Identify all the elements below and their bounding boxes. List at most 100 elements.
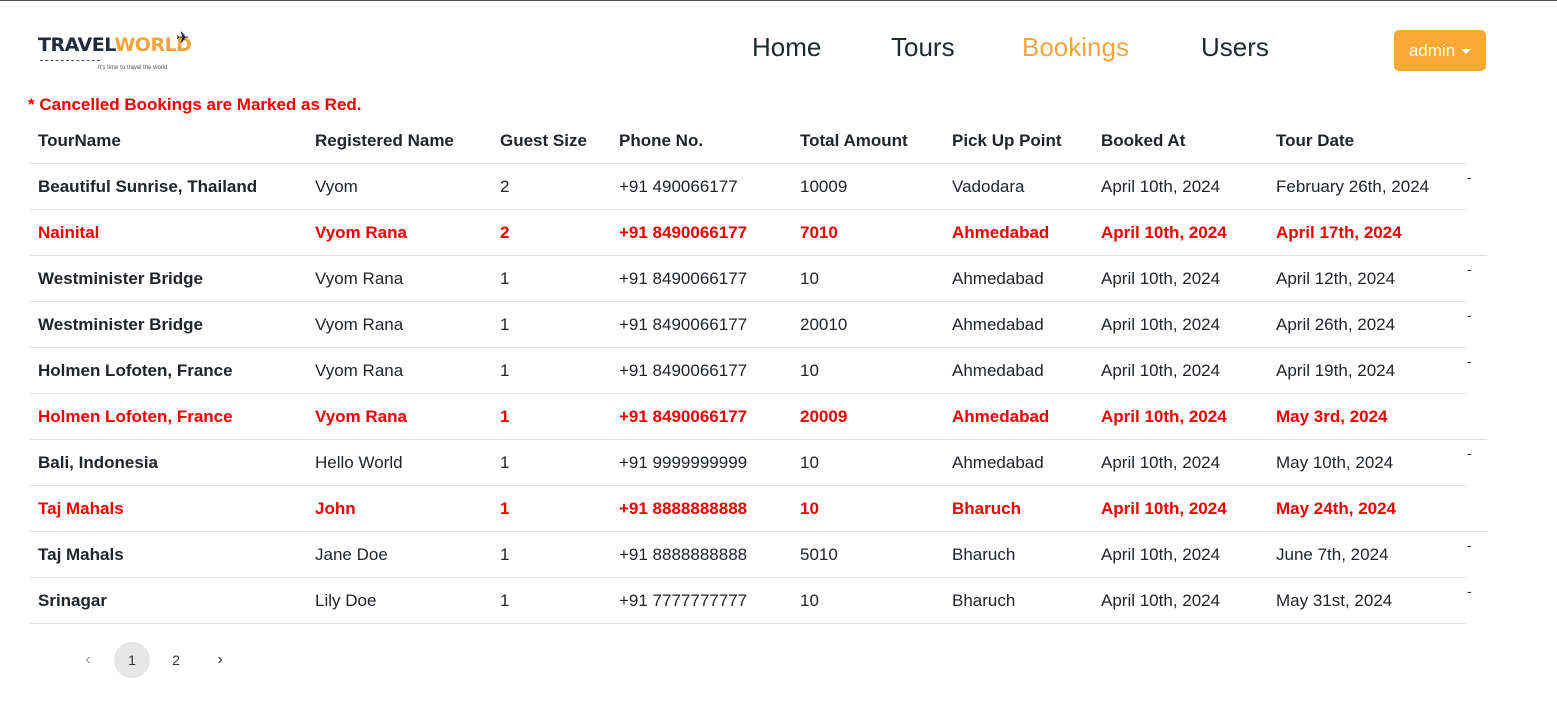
cell-registered-name: Vyom Rana <box>315 315 404 334</box>
table-row-cancelled: Taj Mahals John 1 +91 8888888888 10 Bharuch Ap… <box>29 486 1487 532</box>
header-pickup-point: Pick Up Point <box>952 131 1062 150</box>
table-row-cancelled: Holmen Lofoten, France Vyom Rana 1 +91 8490… <box>29 394 1487 440</box>
cell-total-amount: 10 <box>800 453 819 472</box>
header-phone: Phone No. <box>619 131 704 150</box>
cell-booked-at: April 10th, 2024 <box>1101 407 1227 426</box>
cell-registered-name: Hello World <box>315 453 403 472</box>
cell-pickup-point: Ahmedabad <box>952 223 1050 242</box>
cell-booked-at: April 10th, 2024 <box>1101 499 1227 518</box>
cell-phone: +91 7777777777 <box>619 591 748 610</box>
cell-guest-size: 2 <box>500 223 510 242</box>
cell-tour-date: April 12th, 2024 <box>1276 269 1396 288</box>
cell-pickup-point: Ahmedabad <box>952 269 1044 288</box>
admin-dropdown-button[interactable]: admin <box>1394 30 1486 71</box>
cell-tour-date: June 7th, 2024 <box>1276 545 1389 564</box>
logo-dotted-line <box>40 60 100 61</box>
cell-tour-date: February 26th, 2024 <box>1276 177 1430 196</box>
cell-registered-name: Vyom Rana <box>315 407 407 426</box>
caret-down-icon <box>1461 49 1472 54</box>
cell-pickup-point: Bharuch <box>952 499 1021 518</box>
cell-total-amount: 5010 <box>800 545 838 564</box>
cell-guest-size: 1 <box>500 315 510 334</box>
cell-tour-name: Holmen Lofoten, France <box>38 361 233 380</box>
brand-logo[interactable]: TRAVELWORLD ✈ It's time to travel the wo… <box>38 28 198 78</box>
row-action-button[interactable]: - <box>1467 308 1472 322</box>
pagination: ‹ 1 2 › <box>70 642 246 678</box>
cell-phone: +91 9999999999 <box>619 453 748 472</box>
pagination-next-button[interactable]: › <box>202 642 238 678</box>
cell-phone: +91 490066177 <box>619 177 738 196</box>
cell-tour-name: Holmen Lofoten, France <box>38 407 233 426</box>
pagination-page-1[interactable]: 1 <box>114 642 150 678</box>
header-tour-date: Tour Date <box>1276 131 1355 150</box>
cell-booked-at: April 10th, 2024 <box>1101 315 1221 334</box>
cell-tour-date: April 17th, 2024 <box>1276 223 1402 242</box>
cell-tour-date: April 26th, 2024 <box>1276 315 1396 334</box>
cell-phone: +91 8490066177 <box>619 407 748 426</box>
logo-wordmark: TRAVELWORLD <box>38 34 192 56</box>
cell-phone: +91 8888888888 <box>619 499 748 518</box>
cell-tour-name: Beautiful Sunrise, Thailand <box>38 177 258 196</box>
cell-guest-size: 1 <box>500 407 510 426</box>
row-action-button[interactable]: - <box>1467 584 1472 598</box>
cell-tour-date: May 31st, 2024 <box>1276 591 1393 610</box>
cell-phone: +91 8490066177 <box>619 269 748 288</box>
nav-bookings[interactable]: Bookings <box>1022 32 1129 63</box>
cell-registered-name: Vyom <box>315 177 358 196</box>
cell-phone: +91 8490066177 <box>619 361 748 380</box>
cell-tour-date: May 24th, 2024 <box>1276 499 1397 518</box>
cell-pickup-point: Vadodara <box>952 177 1025 196</box>
cell-booked-at: April 10th, 2024 <box>1101 453 1221 472</box>
cell-booked-at: April 10th, 2024 <box>1101 177 1221 196</box>
pagination-page-2[interactable]: 2 <box>158 642 194 678</box>
table-row: Westminister Bridge Vyom Rana 1 +91 8490066… <box>29 302 1472 348</box>
cell-tour-name: Westminister Bridge <box>38 269 204 288</box>
cell-booked-at: April 10th, 2024 <box>1101 545 1221 564</box>
header-booked-at: Booked At <box>1101 131 1186 150</box>
nav-users[interactable]: Users <box>1201 32 1269 63</box>
header-registered-name: Registered Name <box>315 131 454 150</box>
table-row: Westminister Bridge Vyom Rana 1 +91 8490066… <box>29 256 1472 302</box>
cell-registered-name: Vyom Rana <box>315 223 407 242</box>
cell-pickup-point: Ahmedabad <box>952 315 1044 334</box>
cell-total-amount: 10 <box>800 591 819 610</box>
cell-total-amount: 10 <box>800 361 819 380</box>
cell-total-amount: 20009 <box>800 407 848 426</box>
table-header-row: TourName Registered Name Guest Size Phon… <box>29 118 1466 164</box>
cell-pickup-point: Ahmedabad <box>952 453 1044 472</box>
cell-tour-date: April 19th, 2024 <box>1276 361 1396 380</box>
cell-booked-at: April 10th, 2024 <box>1101 223 1227 242</box>
cell-pickup-point: Bharuch <box>952 591 1016 610</box>
header-tour-name: TourName <box>38 131 121 150</box>
row-action-button[interactable]: - <box>1467 446 1472 460</box>
cell-pickup-point: Ahmedabad <box>952 361 1044 380</box>
row-action-button[interactable]: - <box>1467 354 1472 368</box>
cell-guest-size: 1 <box>500 499 510 518</box>
table-row: Srinagar Lily Doe 1 +91 7777777777 10 Bharuch… <box>29 578 1472 624</box>
cell-registered-name: Vyom Rana <box>315 269 404 288</box>
row-action-button[interactable]: - <box>1467 538 1472 552</box>
cell-total-amount: 20010 <box>800 315 848 334</box>
row-action-button[interactable]: - <box>1467 170 1472 184</box>
cell-tour-name: Bali, Indonesia <box>38 453 158 472</box>
cell-tour-date: May 3rd, 2024 <box>1276 407 1388 426</box>
cell-phone: +91 8888888888 <box>619 545 748 564</box>
cell-tour-name: Srinagar <box>38 591 107 610</box>
cell-tour-date: May 10th, 2024 <box>1276 453 1394 472</box>
top-border <box>0 0 1557 1</box>
cell-phone: +91 8490066177 <box>619 223 748 242</box>
cell-booked-at: April 10th, 2024 <box>1101 591 1221 610</box>
header-total-amount: Total Amount <box>800 131 908 150</box>
cell-booked-at: April 10th, 2024 <box>1101 269 1221 288</box>
header-guest-size: Guest Size <box>500 131 587 150</box>
cell-total-amount: 10 <box>800 499 819 518</box>
pagination-prev-button[interactable]: ‹ <box>70 642 106 678</box>
cell-registered-name: Jane Doe <box>315 545 388 564</box>
cell-pickup-point: Bharuch <box>952 545 1016 564</box>
cell-pickup-point: Ahmedabad <box>952 407 1050 426</box>
row-action-button[interactable]: - <box>1467 262 1472 276</box>
cell-total-amount: 7010 <box>800 223 838 242</box>
nav-home[interactable]: Home <box>752 32 821 63</box>
cell-tour-name: Taj Mahals <box>38 545 124 564</box>
nav-tours[interactable]: Tours <box>891 32 955 63</box>
